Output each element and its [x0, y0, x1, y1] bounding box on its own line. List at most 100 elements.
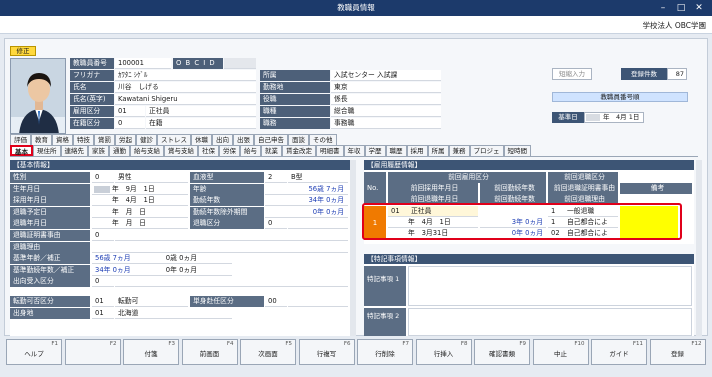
basic-value-4[interactable]: 年 月 日	[92, 218, 188, 230]
tab-tabs_row2-9[interactable]: 給与	[240, 145, 261, 156]
tab-tabs_row2-20[interactable]: 短時間	[503, 145, 531, 156]
tab-tabs_row2-0[interactable]: 基本	[10, 145, 33, 156]
profile-code-4[interactable]: 01	[115, 106, 145, 117]
basic-value2-1[interactable]: 56歳 7ヵ月	[265, 183, 348, 195]
basic-value-3[interactable]: 年 月 日	[92, 206, 188, 218]
basic-value-0[interactable]: 男性	[115, 172, 188, 183]
profile-value-3[interactable]: Kawatani Shigeru	[115, 94, 256, 105]
obcid-field[interactable]	[224, 58, 256, 69]
emp-header-1-2: 前回退職証明書事由	[548, 183, 618, 194]
tab-tabs_row2-18[interactable]: 兼務	[448, 145, 470, 156]
basic-code2-4[interactable]: 0	[265, 218, 287, 230]
basic-value-2[interactable]: 年 4月 1日	[92, 195, 188, 207]
tab-tabs_row1-13[interactable]: その他	[309, 134, 337, 145]
profile-right-value-1[interactable]: 東京	[331, 82, 441, 93]
fkey-f6[interactable]: F6 行複写	[298, 339, 355, 365]
basic-value2-0[interactable]: B型	[288, 172, 348, 183]
tab-tabs_row2-11[interactable]: 賃金改定	[282, 145, 316, 156]
tab-tabs_row2-15[interactable]: 職歴	[385, 145, 407, 156]
tab-tabs_row1-5[interactable]: 労起	[115, 134, 136, 145]
tab-tabs_row1-8[interactable]: 休職	[191, 134, 212, 145]
tab-tabs_row1-12[interactable]: 面談	[288, 134, 309, 145]
tab-tabs_row2-14[interactable]: 学歴	[364, 145, 386, 156]
fkey-f2[interactable]: F2	[64, 339, 121, 365]
special-note-1-field[interactable]	[408, 266, 692, 306]
tab-tabs_row1-11[interactable]: 自己申告	[254, 134, 288, 145]
basic-scrollbar[interactable]	[350, 160, 356, 336]
fkey-f7[interactable]: F7 行削除	[357, 339, 413, 365]
profile-right-value-0[interactable]: 入試センター 入試課	[331, 70, 441, 81]
basic-code2-10[interactable]: 00	[265, 296, 287, 307]
tab-tabs_row2-17[interactable]: 所属	[427, 145, 449, 156]
right-scrollbar[interactable]	[696, 160, 702, 336]
profile-value-5[interactable]: 在籍	[146, 118, 256, 129]
tab-tabs_row1-4[interactable]: 賞罰	[94, 134, 115, 145]
subheader	[0, 16, 712, 34]
minimize-button[interactable]: –	[656, 2, 670, 14]
special-note-2-field[interactable]	[408, 308, 692, 336]
profile-code-5[interactable]: 0	[115, 118, 145, 129]
basic-value-9[interactable]	[115, 276, 348, 288]
basic-value-5[interactable]	[115, 230, 348, 241]
basic-value2-2[interactable]: 34年 0ヵ月	[265, 195, 348, 207]
fkey-f4[interactable]: F4 前画面	[181, 339, 238, 365]
basic-code-11[interactable]: 01	[92, 307, 114, 319]
basic-value-6[interactable]	[92, 241, 348, 253]
tab-tabs_row2-5[interactable]: 給与支給	[130, 145, 164, 156]
fkey-f3[interactable]: F3 付箋	[123, 339, 179, 365]
tab-tabs_row2-1[interactable]: 現住所	[33, 145, 61, 156]
basic-blank2-10[interactable]	[288, 296, 348, 307]
tab-tabs_row1-3[interactable]: 特技	[73, 134, 94, 145]
sort-order-selector[interactable]: 教職員番号順	[552, 92, 688, 102]
tab-tabs_row2-8[interactable]: 労保	[219, 145, 240, 156]
tab-tabs_row1-6[interactable]: 健診	[136, 134, 157, 145]
tab-tabs_row1-7[interactable]: ストレス	[157, 134, 191, 145]
tab-tabs_row2-2[interactable]: 連絡先	[60, 145, 88, 156]
close-button[interactable]: ✕	[692, 2, 706, 14]
shortcut-input-button[interactable]: 短縮入力	[552, 68, 592, 80]
maximize-button[interactable]: □	[674, 2, 688, 14]
profile-value-2[interactable]: 川谷 しげる	[115, 82, 256, 93]
basic-value-11[interactable]: 北海道	[115, 307, 232, 319]
tab-tabs_row1-9[interactable]: 出向	[212, 134, 233, 145]
tab-tabs_row2-12[interactable]: 明細書	[316, 145, 344, 156]
fkey-f10[interactable]: F10 中止	[532, 339, 589, 365]
tab-tabs_row1-0[interactable]: 評価	[10, 134, 31, 145]
basic-code-5[interactable]: 0	[92, 230, 114, 241]
profile-value-0[interactable]: 100001	[115, 58, 171, 69]
fkey-f1[interactable]: F1 ヘルプ	[6, 339, 62, 365]
tab-tabs_row2-7[interactable]: 社保	[198, 145, 219, 156]
basic-adjust-8[interactable]: 0年 0ヵ月	[160, 264, 200, 276]
basic-value-10[interactable]: 転勤可	[115, 296, 188, 307]
tab-tabs_row2-6[interactable]: 賞与支給	[164, 145, 198, 156]
profile-right-value-2[interactable]: 係長	[331, 94, 441, 105]
basic-code-10[interactable]: 01	[92, 296, 114, 307]
profile-right-value-3[interactable]: 総合職	[331, 106, 441, 117]
tab-tabs_row2-4[interactable]: 通勤	[109, 145, 130, 156]
tab-tabs_row2-16[interactable]: 採用	[406, 145, 428, 156]
tab-tabs_row2-3[interactable]: 家族	[88, 145, 109, 156]
fkey-f11[interactable]: F11 ガイド	[591, 339, 647, 365]
basic-label-2: 採用年月日	[10, 195, 90, 207]
fkey-f5[interactable]: F5 次画面	[240, 339, 296, 365]
tab-tabs_row1-10[interactable]: 出張	[233, 134, 254, 145]
profile-value-1[interactable]: ｶﾜﾀﾆ ｼｹﾞﾙ	[115, 70, 256, 81]
fkey-f9[interactable]: F9 確認書類	[474, 339, 530, 365]
profile-right-value-4[interactable]: 事務職	[331, 118, 441, 129]
profile-value-4[interactable]: 正社員	[146, 106, 256, 117]
basic-blank2-4[interactable]	[288, 218, 348, 230]
base-date-label: 基準日	[552, 112, 584, 123]
basic-code2-0[interactable]: 2	[265, 172, 287, 183]
tab-tabs_row2-10[interactable]: 就業	[261, 145, 282, 156]
fkey-f9-number: F9	[519, 341, 526, 347]
basic-code-0[interactable]: 0	[92, 172, 114, 183]
tab-tabs_row1-2[interactable]: 資格	[52, 134, 73, 145]
tab-tabs_row2-13[interactable]: 年収	[343, 145, 365, 156]
basic-value2-3[interactable]: 0年 0ヵ月	[265, 206, 348, 218]
fkey-f8[interactable]: F8 行挿入	[415, 339, 472, 365]
fkey-f12[interactable]: F12 登録	[649, 339, 706, 365]
tab-tabs_row2-19[interactable]: プロジェ	[469, 145, 504, 156]
tab-tabs_row1-1[interactable]: 教育	[31, 134, 52, 145]
basic-code-9[interactable]: 0	[92, 276, 114, 288]
basic-adjust-7[interactable]: 0歳 0ヵ月	[160, 253, 200, 265]
